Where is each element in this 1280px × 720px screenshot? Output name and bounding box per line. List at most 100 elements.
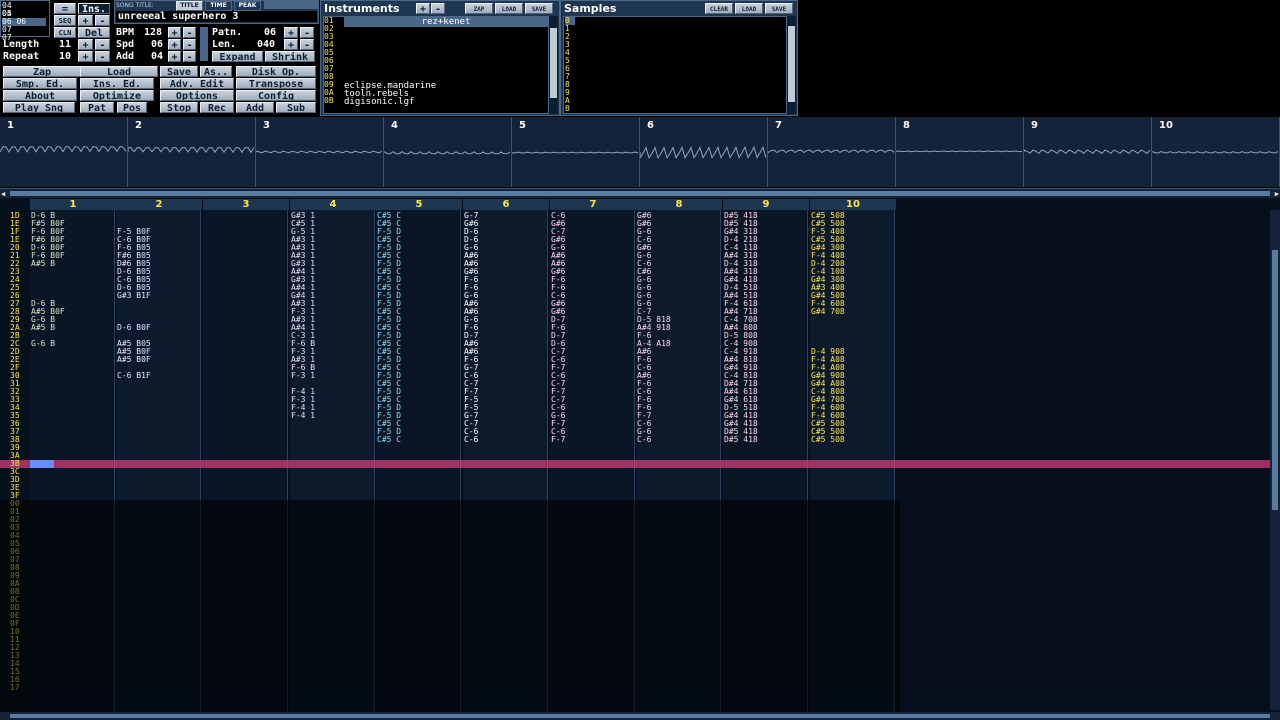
menu-config-button[interactable]: Config: [236, 90, 316, 101]
note-cell[interactable]: C#5 C: [377, 436, 401, 444]
note-cell[interactable]: G#4 708: [811, 308, 845, 316]
bottom-scroll-thumb[interactable]: [10, 714, 1270, 718]
note-cell[interactable]: A#5 B0F: [117, 356, 151, 364]
instrument-zap-button[interactable]: ZAP: [465, 3, 493, 14]
channel-scope[interactable]: 3: [256, 117, 384, 187]
note-cell[interactable]: D-6 B0F: [117, 324, 151, 332]
sample-scrollbar[interactable]: [787, 16, 796, 114]
note-cell[interactable]: A#5 B: [31, 324, 55, 332]
instrument-name[interactable]: rez+kenet: [344, 17, 548, 27]
menu-adv-edit-button[interactable]: Adv. Edit: [160, 78, 234, 89]
peak-tab[interactable]: PEAK: [234, 1, 261, 11]
channel-scope[interactable]: 4: [384, 117, 512, 187]
pattern-vscrollbar[interactable]: [1270, 210, 1280, 710]
menu-disk-op-button[interactable]: Disk Op.: [236, 66, 316, 77]
length-minus-button[interactable]: -: [95, 39, 110, 50]
menu-stop-button[interactable]: Stop: [160, 102, 198, 113]
menu-add-button[interactable]: Add: [236, 102, 274, 113]
sample-number[interactable]: B: [565, 105, 570, 113]
channel-scope[interactable]: 5: [512, 117, 640, 187]
channel-scope[interactable]: 7: [768, 117, 896, 187]
note-cell[interactable]: G-6 B: [31, 340, 55, 348]
menu-rec-button[interactable]: Rec: [200, 102, 234, 113]
menu-ins-ed-button[interactable]: Ins. Ed.: [80, 78, 154, 89]
channel-scope[interactable]: 10: [1152, 117, 1280, 187]
del-button[interactable]: Del: [78, 27, 110, 38]
menu-pos-button[interactable]: Pos: [117, 102, 147, 113]
channel-header[interactable]: 7: [550, 199, 636, 210]
edit-cursor[interactable]: [30, 460, 54, 468]
pattern-hscrollbar[interactable]: ◀ ▶: [0, 188, 1280, 198]
length-plus-button[interactable]: +: [78, 39, 93, 50]
menu-play-sng-button[interactable]: Play Sng: [3, 102, 75, 113]
patn-plus-button[interactable]: +: [284, 27, 298, 38]
channel-scope[interactable]: 8: [896, 117, 1024, 187]
ins-button[interactable]: Ins.: [78, 3, 110, 14]
note-cell[interactable]: F-4 1: [291, 412, 315, 420]
instrument-bank-minus[interactable]: -: [431, 3, 445, 14]
repeat-plus-button[interactable]: +: [78, 51, 93, 62]
scroll-left-icon[interactable]: ◀: [1, 190, 5, 198]
title-tab[interactable]: TITLE: [176, 1, 203, 11]
channel-scope[interactable]: 9: [1024, 117, 1152, 187]
len-plus-button[interactable]: +: [284, 39, 298, 50]
channel-header[interactable]: 6: [463, 199, 549, 210]
sample-scroll-thumb[interactable]: [788, 26, 795, 102]
instrument-save-button[interactable]: SAVE: [525, 3, 553, 14]
menu-zap-button[interactable]: Zap: [3, 66, 81, 77]
pos-plus-button[interactable]: +: [78, 15, 93, 26]
channel-scope[interactable]: 2: [128, 117, 256, 187]
expand-button[interactable]: Expand: [212, 51, 263, 62]
add-plus-button[interactable]: +: [168, 51, 181, 62]
vscroll-thumb[interactable]: [1272, 250, 1278, 510]
note-cell[interactable]: C-6 B1F: [117, 372, 151, 380]
channel-header[interactable]: 10: [810, 199, 896, 210]
eq-button[interactable]: =: [54, 3, 76, 14]
channel-header[interactable]: 2: [116, 199, 202, 210]
seq-button[interactable]: SEQ: [54, 15, 76, 26]
sample-clear-button[interactable]: CLEAR: [705, 3, 733, 14]
note-cell[interactable]: C-6: [464, 436, 478, 444]
repeat-minus-button[interactable]: -: [95, 51, 110, 62]
menu-load-button[interactable]: Load: [80, 66, 158, 77]
note-cell[interactable]: D#5 418: [724, 436, 758, 444]
instrument-name[interactable]: digisonic.lgf: [344, 97, 414, 107]
menu-options-button[interactable]: Options: [160, 90, 234, 101]
menu-optimize-button[interactable]: Optimize: [80, 90, 154, 101]
note-cell[interactable]: C#5 508: [811, 436, 845, 444]
channel-header[interactable]: 9: [723, 199, 809, 210]
time-tab[interactable]: TIME: [205, 1, 232, 11]
instrument-scroll-thumb[interactable]: [550, 28, 557, 98]
spd-plus-button[interactable]: +: [168, 39, 181, 50]
scroll-right-icon[interactable]: ▶: [1275, 190, 1279, 198]
sample-list[interactable]: [563, 16, 787, 114]
instrument-bank-plus[interactable]: +: [416, 3, 430, 14]
shrink-button[interactable]: Shrink: [265, 51, 315, 62]
menu-transpose-button[interactable]: Transpose: [236, 78, 316, 89]
len-minus-button[interactable]: -: [300, 39, 314, 50]
note-cell[interactable]: C-6: [637, 436, 651, 444]
menu-sub-button[interactable]: Sub: [276, 102, 316, 113]
bottom-scrollbar[interactable]: [0, 712, 1280, 720]
instrument-scrollbar[interactable]: [549, 16, 558, 114]
instrument-load-button[interactable]: LOAD: [495, 3, 523, 14]
pos-minus-button[interactable]: -: [95, 15, 110, 26]
channel-header[interactable]: 4: [290, 199, 376, 210]
patn-minus-button[interactable]: -: [300, 27, 314, 38]
channel-header[interactable]: 3: [203, 199, 289, 210]
channel-header[interactable]: 5: [376, 199, 462, 210]
note-cell[interactable]: G#3 B1F: [117, 292, 151, 300]
channel-header[interactable]: 1: [30, 199, 116, 210]
sample-save-button[interactable]: SAVE: [765, 3, 793, 14]
sample-load-button[interactable]: LOAD: [735, 3, 763, 14]
menu-about-button[interactable]: About: [3, 90, 77, 101]
song-title-field[interactable]: unreeeal superhero 3: [116, 11, 317, 22]
add-minus-button[interactable]: -: [183, 51, 196, 62]
hscroll-thumb[interactable]: [10, 191, 1270, 196]
menu-save-button[interactable]: Save: [160, 66, 198, 77]
menu-smp-ed-button[interactable]: Smp. Ed.: [3, 78, 77, 89]
note-cell[interactable]: F-7: [551, 436, 565, 444]
spd-minus-button[interactable]: -: [183, 39, 196, 50]
channel-header[interactable]: 8: [636, 199, 722, 210]
menu-pat-button[interactable]: Pat: [80, 102, 114, 113]
